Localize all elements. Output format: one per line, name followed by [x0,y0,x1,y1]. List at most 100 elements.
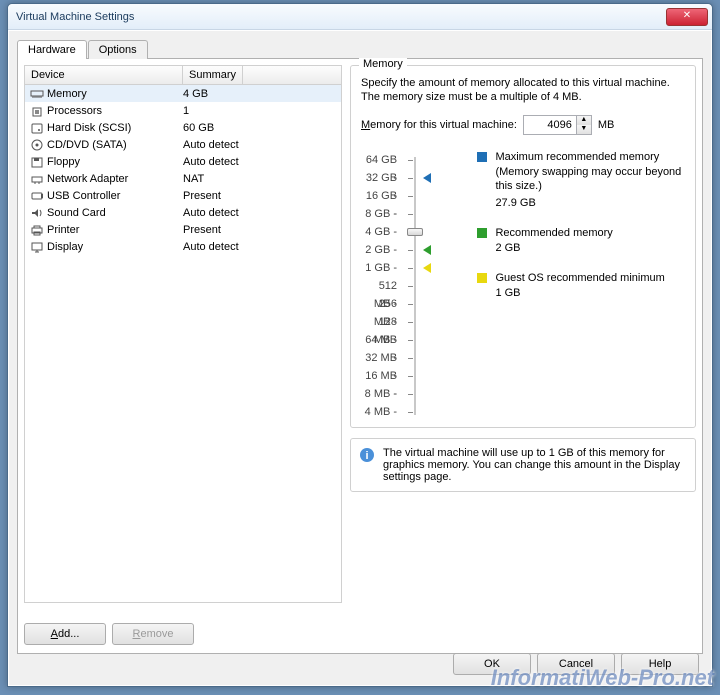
detail-panel: Memory Specify the amount of memory allo… [350,65,696,603]
memory-spinner[interactable]: ▲ ▼ [523,115,592,135]
display-icon [29,240,45,254]
device-summary: 4 GB [183,88,208,100]
spinner-up-icon[interactable]: ▲ [576,116,591,125]
client-area: Hardware Options Device Summary Memory4 … [9,31,711,685]
window-title: Virtual Machine Settings [16,11,666,23]
disk-icon [29,121,45,135]
memory-input[interactable] [524,119,576,131]
tab-hardware[interactable]: Hardware [17,40,87,59]
device-name: Floppy [47,156,183,168]
tick-label: 4 GB - [361,223,397,241]
device-summary: 60 GB [183,122,214,134]
legend-min: Guest OS recommended minimum 1 GB [477,272,685,301]
remove-button[interactable]: Remove [112,623,194,645]
memory-description: Specify the amount of memory allocated t… [361,76,685,105]
memory-group: Memory Specify the amount of memory allo… [350,65,696,428]
device-name: Hard Disk (SCSI) [47,122,183,134]
slider-tick-labels: 64 GB -32 GB -16 GB -8 GB -4 GB -2 GB -1… [361,151,397,421]
graphics-note-text: The virtual machine will use up to 1 GB … [383,447,687,483]
table-row[interactable]: CD/DVD (SATA)Auto detect [25,136,341,153]
tick-label: 1 GB - [361,259,397,277]
col-device: Device [25,66,183,84]
info-icon: i [359,447,375,463]
device-summary: Present [183,224,221,236]
tick-label: 16 GB - [361,187,397,205]
legend-rec-swatch [477,228,487,238]
device-name: Network Adapter [47,173,183,185]
legend-max: Maximum recommended memory (Memory swapp… [477,151,685,212]
tab-body: Device Summary Memory4 GBProcessors1Hard… [17,58,703,654]
graphics-note: i The virtual machine will use up to 1 G… [350,438,696,492]
device-summary: Auto detect [183,207,239,219]
marker-rec-icon [423,245,431,255]
table-row[interactable]: USB ControllerPresent [25,187,341,204]
slider-track-line [414,157,416,415]
device-panel: Device Summary Memory4 GBProcessors1Hard… [24,65,342,603]
table-row[interactable]: Network AdapterNAT [25,170,341,187]
tick-label: 8 MB - [361,385,397,403]
printer-icon [29,223,45,237]
memory-slider-area: 64 GB -32 GB -16 GB -8 GB -4 GB -2 GB -1… [361,151,685,421]
tick-label: 32 GB - [361,169,397,187]
legend-max-note: (Memory swapping may occur beyond this s… [495,165,685,195]
cancel-button[interactable]: Cancel [537,653,615,675]
memory-field-row: Memory for this virtual machine: ▲ ▼ MB [361,115,685,135]
svg-text:i: i [365,450,368,462]
device-summary: Auto detect [183,156,239,168]
device-name: CD/DVD (SATA) [47,139,183,151]
device-buttons: Add... Remove [24,623,194,645]
legend-min-title: Guest OS recommended minimum [495,272,664,284]
device-summary: 1 [183,105,189,117]
legend-rec-value: 2 GB [495,241,685,256]
titlebar: Virtual Machine Settings ✕ [8,4,712,30]
device-name: Display [47,241,183,253]
table-row[interactable]: Hard Disk (SCSI)60 GB [25,119,341,136]
table-row[interactable]: FloppyAuto detect [25,153,341,170]
cd-icon [29,138,45,152]
col-summary: Summary [183,66,243,84]
legend-min-swatch [477,273,487,283]
marker-max-icon [423,173,431,183]
tick-label: 128 MB - [361,313,397,331]
device-name: Printer [47,224,183,236]
tick-label: 8 GB - [361,205,397,223]
legend-rec-title: Recommended memory [495,227,612,239]
floppy-icon [29,155,45,169]
sound-icon [29,206,45,220]
memory-icon [29,87,45,101]
legend-max-title: Maximum recommended memory [495,151,659,163]
tab-options[interactable]: Options [88,40,148,59]
tick-label: 64 GB - [361,151,397,169]
device-summary: NAT [183,173,204,185]
device-table: Device Summary Memory4 GBProcessors1Hard… [24,65,342,603]
dialog-buttons: OK Cancel Help [453,653,699,675]
device-name: Memory [47,88,183,100]
settings-window: Virtual Machine Settings ✕ Hardware Opti… [7,3,713,687]
tick-label: 32 MB - [361,349,397,367]
tick-label: 64 MB - [361,331,397,349]
memory-group-title: Memory [359,58,407,70]
memory-slider[interactable] [405,151,421,421]
spinner-down-icon[interactable]: ▼ [576,125,591,134]
table-row[interactable]: DisplayAuto detect [25,238,341,255]
device-summary: Present [183,190,221,202]
tick-label: 4 MB - [361,403,397,421]
legend-min-value: 1 GB [495,286,685,301]
add-button[interactable]: Add... [24,623,106,645]
legend-max-value: 27.9 GB [495,196,685,211]
help-button[interactable]: Help [621,653,699,675]
device-summary: Auto detect [183,139,239,151]
legend-max-swatch [477,152,487,162]
table-row[interactable]: PrinterPresent [25,221,341,238]
slider-thumb[interactable] [407,228,423,236]
table-header: Device Summary [25,66,341,85]
tick-label: 512 MB - [361,277,397,295]
net-icon [29,172,45,186]
ok-button[interactable]: OK [453,653,531,675]
table-row[interactable]: Memory4 GB [25,85,341,102]
table-row[interactable]: Processors1 [25,102,341,119]
close-button[interactable]: ✕ [666,8,708,26]
memory-field-label: Memory for this virtual machine: [361,119,517,131]
table-row[interactable]: Sound CardAuto detect [25,204,341,221]
tick-label: 256 MB - [361,295,397,313]
